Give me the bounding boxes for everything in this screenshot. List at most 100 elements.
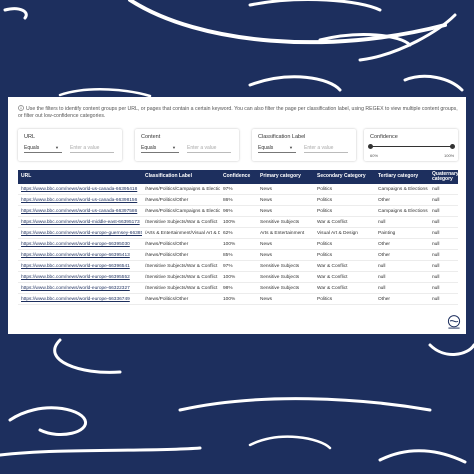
confidence-cell: 86% — [220, 194, 257, 206]
tertiary-category-cell: null — [375, 260, 429, 272]
secondary-category-cell: Politics — [314, 238, 375, 250]
quaternary-category-cell: null — [429, 194, 458, 206]
info-icon — [18, 105, 24, 111]
table-row: https://www.bbc.com/news/world-us-canada… — [18, 184, 458, 195]
classification-operator-select[interactable]: Equals — [258, 145, 273, 151]
primary-category-cell: Sensitive Subjects — [257, 260, 314, 272]
tertiary-category-cell: Campaigns & Elections — [375, 205, 429, 217]
divider — [187, 152, 231, 153]
quaternary-category-cell: null — [429, 216, 458, 228]
url-cell[interactable]: https://www.bbc.com/news/world-europe-gu… — [18, 227, 142, 239]
url-cell[interactable]: https://www.bbc.com/news/world-europe-66… — [18, 249, 142, 261]
table-row: https://www.bbc.com/news/world-us-canada… — [18, 194, 458, 206]
confidence-slider-track[interactable] — [370, 146, 452, 148]
chevron-down-icon[interactable]: ▼ — [172, 145, 176, 150]
chevron-down-icon[interactable]: ▼ — [55, 145, 59, 150]
info-text: Use the filters to identify content grou… — [18, 106, 458, 119]
confidence-slider-min-handle[interactable] — [368, 144, 373, 149]
url-cell[interactable]: https://www.bbc.com/news/world-europe-66… — [18, 282, 142, 294]
tertiary-category-cell: Campaigns & Elections — [375, 184, 429, 195]
info-banner: Use the filters to identify content grou… — [18, 105, 458, 120]
secondary-category-cell: War & Conflict — [314, 282, 375, 294]
chevron-down-icon[interactable]: ▼ — [289, 145, 293, 150]
column-header-url[interactable]: URL — [18, 170, 142, 184]
url-operator-select[interactable]: Equals — [24, 145, 39, 151]
table-row: https://www.bbc.com/news/world-europe-gu… — [18, 227, 458, 239]
classification-label-filter[interactable]: Classification Label Equals ▼ Enter a va… — [252, 129, 356, 161]
table-row: https://www.bbc.com/news/world-europe-66… — [18, 238, 458, 250]
confidence-cell: 62% — [220, 227, 257, 239]
primary-category-cell: Sensitive Subjects — [257, 282, 314, 294]
classification-cell: /News/Politics/Other — [142, 238, 220, 250]
tertiary-category-cell: Other — [375, 249, 429, 261]
classification-cell: /News/Politics/Campaigns & Electio... — [142, 184, 220, 195]
confidence-max-value: 100% — [444, 153, 455, 158]
secondary-category-cell: Politics — [314, 194, 375, 206]
confidence-slider-max-handle[interactable] — [450, 144, 455, 149]
quaternary-category-cell: null — [429, 260, 458, 272]
url-cell[interactable]: https://www.bbc.com/news/world-middle-ea… — [18, 216, 142, 228]
column-header-quaternary-category[interactable]: Quaternary category — [429, 170, 459, 184]
secondary-category-cell: War & Conflict — [314, 271, 375, 283]
confidence-min-value: 60% — [370, 153, 379, 158]
classification-cell: /News/Politics/Other — [142, 293, 220, 305]
primary-category-cell: Sensitive Subjects — [257, 216, 314, 228]
primary-category-cell: News — [257, 293, 314, 305]
content-filter-label: Content — [141, 134, 161, 140]
url-cell[interactable]: https://www.bbc.com/news/world-us-canada… — [18, 205, 142, 217]
confidence-filter: Confidence 60% 100% — [364, 129, 458, 161]
primary-category-cell: News — [257, 238, 314, 250]
content-operator-select[interactable]: Equals — [141, 145, 156, 151]
quaternary-category-cell: null — [429, 271, 458, 283]
tertiary-category-cell: Painting — [375, 227, 429, 239]
confidence-cell: 100% — [220, 271, 257, 283]
url-cell[interactable]: https://www.bbc.com/news/world-europe-66… — [18, 238, 142, 250]
confidence-cell: 100% — [220, 216, 257, 228]
confidence-cell: 100% — [220, 238, 257, 250]
column-header-confidence[interactable]: Confidence — [220, 170, 257, 184]
url-cell[interactable]: https://www.bbc.com/news/world-us-canada… — [18, 194, 142, 206]
confidence-cell: 98% — [220, 282, 257, 294]
confidence-cell: 85% — [220, 249, 257, 261]
content-value-input[interactable]: Enter a value — [187, 145, 216, 151]
url-cell[interactable]: https://www.bbc.com/news/world-europe-66… — [18, 293, 142, 305]
report-panel: Use the filters to identify content grou… — [8, 97, 466, 334]
column-header-primary-category[interactable]: Primary category — [257, 170, 314, 184]
table-row: https://www.bbc.com/news/world-europe-66… — [18, 293, 458, 305]
quaternary-category-cell: null — [429, 293, 458, 305]
table-row: https://www.bbc.com/news/world-europe-66… — [18, 260, 458, 272]
url-value-input[interactable]: Enter a value — [70, 145, 99, 151]
confidence-cell: 96% — [220, 205, 257, 217]
content-filter[interactable]: Content Equals ▼ Enter a value — [135, 129, 239, 161]
confidence-cell: 100% — [220, 293, 257, 305]
filter-bar: URL Equals ▼ Enter a value Content Equal… — [18, 129, 458, 163]
quaternary-category-cell: null — [429, 227, 458, 239]
url-cell[interactable]: https://www.bbc.com/news/world-europe-66… — [18, 271, 142, 283]
classification-filter-label: Classification Label — [258, 134, 306, 140]
url-filter[interactable]: URL Equals ▼ Enter a value — [18, 129, 122, 161]
confidence-cell: 97% — [220, 184, 257, 195]
secondary-category-cell: Visual Art & Design — [314, 227, 375, 239]
column-header-secondary-category[interactable]: Secondary Category — [314, 170, 375, 184]
secondary-category-cell: War & Conflict — [314, 216, 375, 228]
classification-value-input[interactable]: Enter a value — [304, 145, 333, 151]
secondary-category-cell: Politics — [314, 249, 375, 261]
primary-category-cell: News — [257, 249, 314, 261]
column-header-tertiary-category[interactable]: Tertiary category — [375, 170, 429, 184]
classification-cell: /Arts & Entertainment/Visual Art & D... — [142, 227, 220, 239]
column-header-classification-label[interactable]: Classification Label — [142, 170, 220, 184]
url-filter-label: URL — [24, 134, 36, 140]
url-cell[interactable]: https://www.bbc.com/news/world-us-canada… — [18, 184, 142, 195]
secondary-category-cell: Politics — [314, 205, 375, 217]
classification-cell: /Sensitive Subjects/War & Conflict — [142, 260, 220, 272]
confidence-cell: 97% — [220, 260, 257, 272]
quaternary-category-cell: null — [429, 184, 458, 195]
classification-cell: /Sensitive Subjects/War & Conflict — [142, 282, 220, 294]
table-row: https://www.bbc.com/news/world-europe-66… — [18, 249, 458, 261]
secondary-category-cell: War & Conflict — [314, 260, 375, 272]
quaternary-category-cell: null — [429, 249, 458, 261]
classification-cell: /Sensitive Subjects/War & Conflict — [142, 216, 220, 228]
tertiary-category-cell: null — [375, 282, 429, 294]
url-cell[interactable]: https://www.bbc.com/news/world-europe-66… — [18, 260, 142, 272]
quaternary-category-cell: null — [429, 282, 458, 294]
